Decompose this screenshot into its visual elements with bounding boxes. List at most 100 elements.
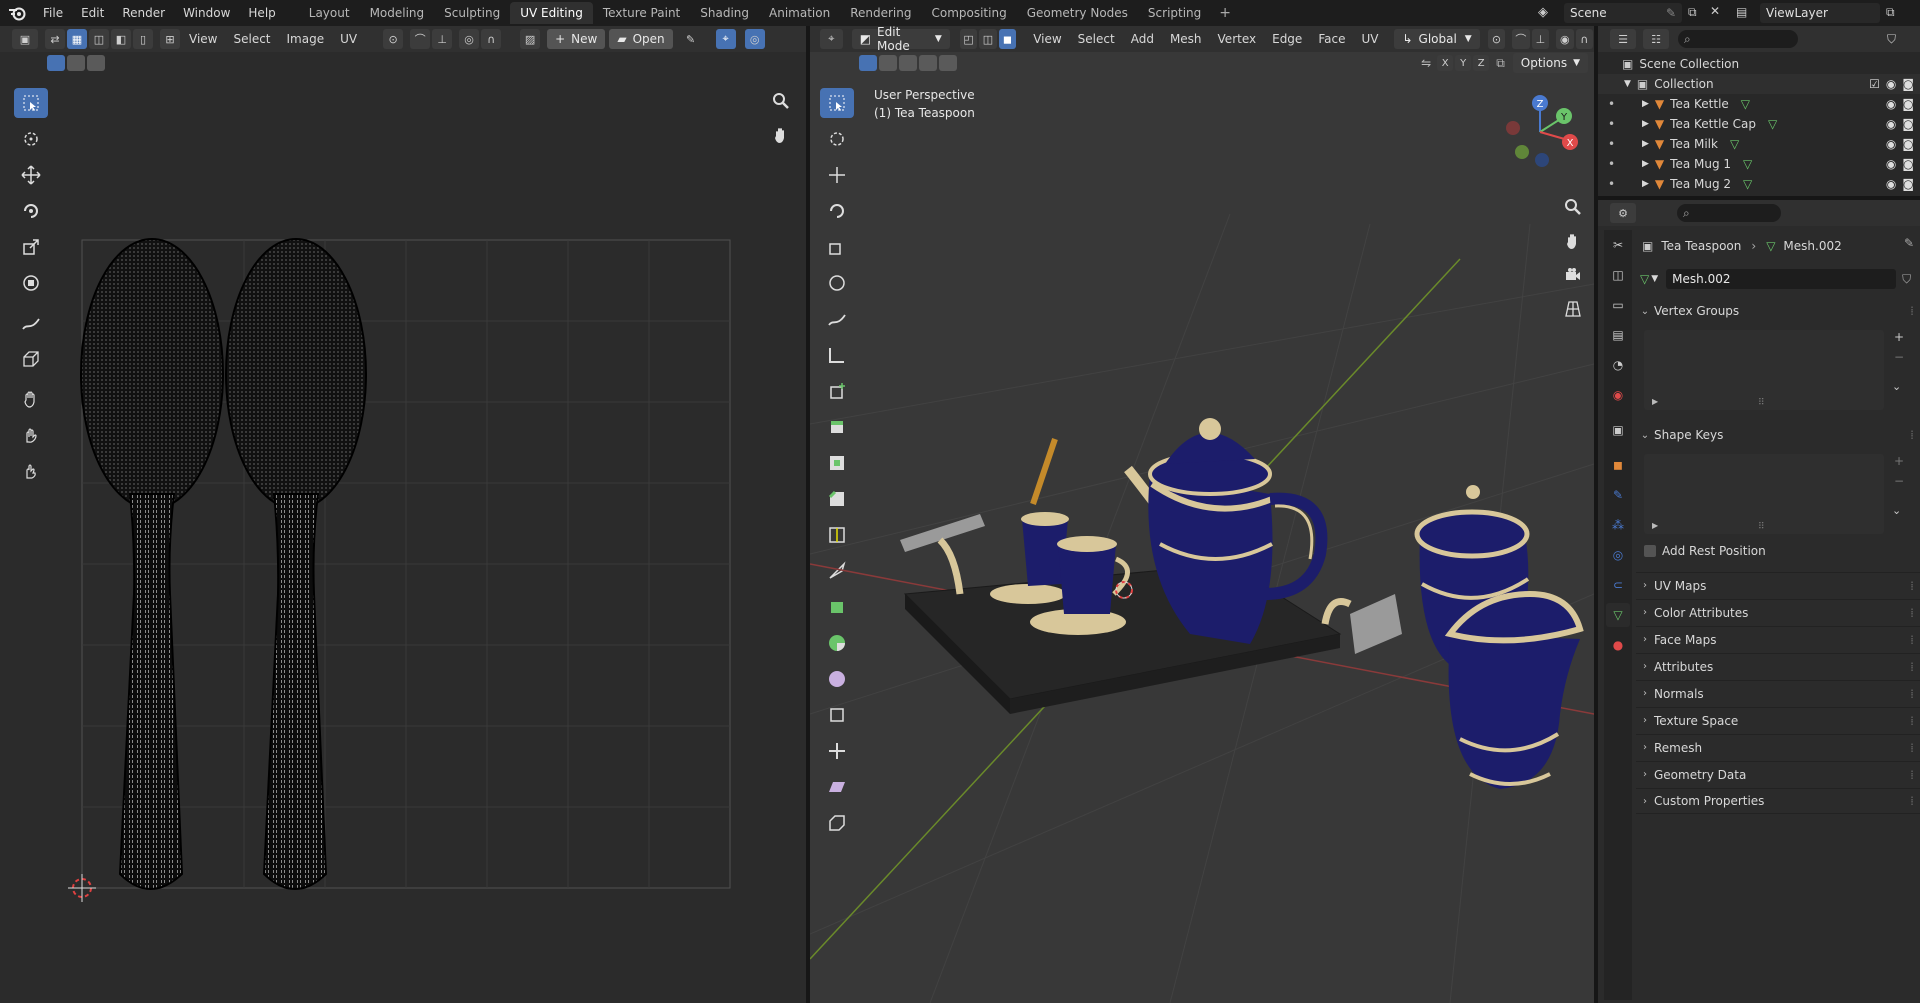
new-view-layer-icon[interactable]: ⧉ bbox=[1886, 5, 1895, 20]
collection-row[interactable]: ▼ ▣ Collection ☑ ◉ ◙ bbox=[1598, 74, 1920, 94]
edge-mode-icon[interactable]: ◫ bbox=[979, 29, 997, 49]
mirror-z-toggle[interactable]: Z bbox=[1473, 55, 1490, 71]
falloff-icon[interactable]: ∩ bbox=[481, 29, 502, 49]
drag-handle-icon[interactable]: ⁞ bbox=[1910, 794, 1914, 808]
tab-compositing[interactable]: Compositing bbox=[921, 2, 1016, 24]
tab-shading[interactable]: Shading bbox=[690, 2, 759, 24]
uv-menu-select[interactable]: Select bbox=[225, 32, 278, 46]
pin-icon[interactable]: ✎ bbox=[1904, 236, 1914, 250]
add-rest-position-checkbox[interactable] bbox=[1644, 545, 1656, 557]
overlay-toggle-icon[interactable]: ◎ bbox=[744, 29, 765, 49]
drag-handle-icon[interactable]: ⁞ bbox=[1910, 633, 1914, 647]
navigation-gizmo[interactable]: Z Y X bbox=[1498, 90, 1588, 180]
visibility-eye-icon[interactable]: ◉ bbox=[1886, 77, 1896, 91]
visibility-eye-icon[interactable]: ◉ bbox=[1886, 117, 1896, 131]
attributes-panel-header[interactable]: › Attributes ⁞ bbox=[1636, 653, 1920, 679]
tab-geometry-nodes[interactable]: Geometry Nodes bbox=[1017, 2, 1138, 24]
expand-arrow-icon[interactable]: ▶ bbox=[1642, 119, 1649, 129]
properties-editor-type-icon[interactable]: ⚙ bbox=[1610, 203, 1636, 223]
editor-type-icon[interactable]: ▣ bbox=[12, 29, 38, 49]
snap-icon[interactable]: ⌒ bbox=[410, 29, 431, 49]
outliner-display-mode-icon[interactable]: ☷ bbox=[1643, 29, 1669, 49]
expand-arrow-icon[interactable]: ▶ bbox=[1642, 179, 1649, 189]
visibility-eye-icon[interactable]: ◉ bbox=[1886, 97, 1896, 111]
texture-space-panel-header[interactable]: › Texture Space ⁞ bbox=[1636, 707, 1920, 733]
render-camera-icon[interactable]: ◙ bbox=[1902, 177, 1914, 191]
tab-rendering[interactable]: Rendering bbox=[840, 2, 921, 24]
menu-file[interactable]: File bbox=[34, 0, 72, 26]
blender-logo-icon[interactable] bbox=[0, 0, 34, 26]
add-shape-key-icon[interactable]: + bbox=[1894, 454, 1904, 468]
visibility-eye-icon[interactable]: ◉ bbox=[1886, 177, 1896, 191]
tab-scripting[interactable]: Scripting bbox=[1138, 2, 1211, 24]
edit-dot-icon[interactable]: • bbox=[1608, 117, 1642, 131]
mirror-icon[interactable]: ⇋ bbox=[1421, 56, 1431, 70]
mode-selector[interactable]: ◩ Edit Mode ▼ bbox=[851, 26, 950, 53]
render-camera-icon[interactable]: ◙ bbox=[1902, 157, 1914, 171]
menu-render[interactable]: Render bbox=[113, 0, 174, 26]
render-camera-icon[interactable]: ◙ bbox=[1902, 97, 1914, 111]
add-workspace-button[interactable]: + bbox=[1211, 5, 1239, 21]
color-attributes-panel-header[interactable]: › Color Attributes ⁞ bbox=[1636, 599, 1920, 625]
shape-keys-panel-header[interactable]: ⌄ Shape Keys ⁞ bbox=[1636, 422, 1920, 448]
uv-menu-uv[interactable]: UV bbox=[332, 32, 365, 46]
camera-view-icon[interactable] bbox=[1560, 262, 1586, 288]
snap-toggle-icon[interactable]: ⌒ bbox=[1512, 29, 1530, 49]
pin-image-icon[interactable]: ✎ bbox=[681, 29, 701, 49]
proportional-icon[interactable]: ◉ bbox=[1556, 29, 1574, 49]
vertex-mode-icon[interactable]: ◰ bbox=[959, 29, 978, 49]
select-invert-mode-icon[interactable] bbox=[919, 55, 937, 71]
resize-handle-icon[interactable]: ⠿ bbox=[1758, 522, 1765, 532]
select-intersect-mode-icon[interactable] bbox=[939, 55, 957, 71]
mirror-x-toggle[interactable]: X bbox=[1437, 55, 1454, 71]
expand-arrow-icon[interactable]: ▼ bbox=[1624, 79, 1631, 89]
menu-help[interactable]: Help bbox=[239, 0, 284, 26]
select-subtract-mode-icon[interactable] bbox=[899, 55, 917, 71]
vp-menu-vertex[interactable]: Vertex bbox=[1210, 32, 1265, 46]
tab-layout[interactable]: Layout bbox=[299, 2, 360, 24]
options-button[interactable]: Options ▼ bbox=[1512, 53, 1588, 73]
outliner-item[interactable]: • ▶ ▼ Tea Mug 2 ▽ ◉ ◙ bbox=[1598, 174, 1920, 194]
drag-handle-icon[interactable]: ⁞ bbox=[1910, 687, 1914, 701]
expand-arrow-icon[interactable]: ▶ bbox=[1642, 99, 1649, 109]
view-layer-icon[interactable]: ▤ bbox=[1736, 5, 1747, 19]
tab-modeling[interactable]: Modeling bbox=[360, 2, 435, 24]
drag-handle-icon[interactable]: ⁞ bbox=[1910, 768, 1914, 782]
tab-animation[interactable]: Animation bbox=[759, 2, 840, 24]
physics-tab-icon[interactable]: ◎ bbox=[1606, 543, 1630, 567]
fake-user-shield-icon[interactable]: ⛉ bbox=[1902, 272, 1911, 287]
outliner-item[interactable]: • ▶ ▼ Tea Mug 1 ▽ ◉ ◙ bbox=[1598, 154, 1920, 174]
mesh-browse-icon[interactable]: ▽ bbox=[1640, 272, 1649, 286]
outliner-editor-type-icon[interactable]: ☰ bbox=[1610, 29, 1636, 49]
add-vertex-group-icon[interactable]: + bbox=[1894, 330, 1904, 344]
render-camera-icon[interactable]: ◙ bbox=[1902, 137, 1914, 151]
vp-menu-select[interactable]: Select bbox=[1070, 32, 1123, 46]
vertex-select-icon[interactable]: ▦ bbox=[67, 29, 87, 49]
delete-scene-icon[interactable]: ✕ bbox=[1710, 4, 1720, 18]
modifier-tab-icon[interactable]: ✎ bbox=[1606, 483, 1630, 507]
drag-handle-icon[interactable]: ⁞ bbox=[1910, 714, 1914, 728]
scene-selector[interactable]: Scene ✎ bbox=[1564, 3, 1682, 23]
uv-2d-cursor-icon[interactable] bbox=[68, 874, 96, 902]
normals-panel-header[interactable]: › Normals ⁞ bbox=[1636, 680, 1920, 706]
proportional-edit-icon[interactable]: ◎ bbox=[459, 29, 480, 49]
face-maps-panel-header[interactable]: › Face Maps ⁞ bbox=[1636, 626, 1920, 652]
open-image-button[interactable]: ▰ Open bbox=[609, 29, 673, 49]
snap-target-icon[interactable]: ⊥ bbox=[432, 29, 453, 49]
edit-dot-icon[interactable]: • bbox=[1608, 97, 1642, 111]
edge-select-icon[interactable]: ◫ bbox=[89, 29, 109, 49]
render-camera-icon[interactable]: ◙ bbox=[1902, 77, 1914, 91]
tea-milk-model[interactable] bbox=[1444, 590, 1584, 789]
select-subtract-icon[interactable] bbox=[87, 55, 105, 71]
filter-icon[interactable]: ⛉ bbox=[1887, 32, 1896, 47]
pin-icon[interactable]: ✎ bbox=[1666, 6, 1676, 20]
constraints-tab-icon[interactable]: ⊂ bbox=[1606, 573, 1630, 597]
view-layer-tab-icon[interactable]: ▤ bbox=[1606, 323, 1630, 347]
uv-menu-image[interactable]: Image bbox=[279, 32, 333, 46]
gizmo-toggle-icon[interactable]: ⌖ bbox=[715, 29, 736, 49]
uv-menu-view[interactable]: View bbox=[181, 32, 225, 46]
vertex-group-specials-icon[interactable]: ⌄ bbox=[1892, 380, 1901, 393]
orientation-selector[interactable]: ↳ Global ▼ bbox=[1394, 29, 1480, 49]
drag-handle-icon[interactable]: ⁞ bbox=[1910, 660, 1914, 674]
visibility-eye-icon[interactable]: ◉ bbox=[1886, 157, 1896, 171]
